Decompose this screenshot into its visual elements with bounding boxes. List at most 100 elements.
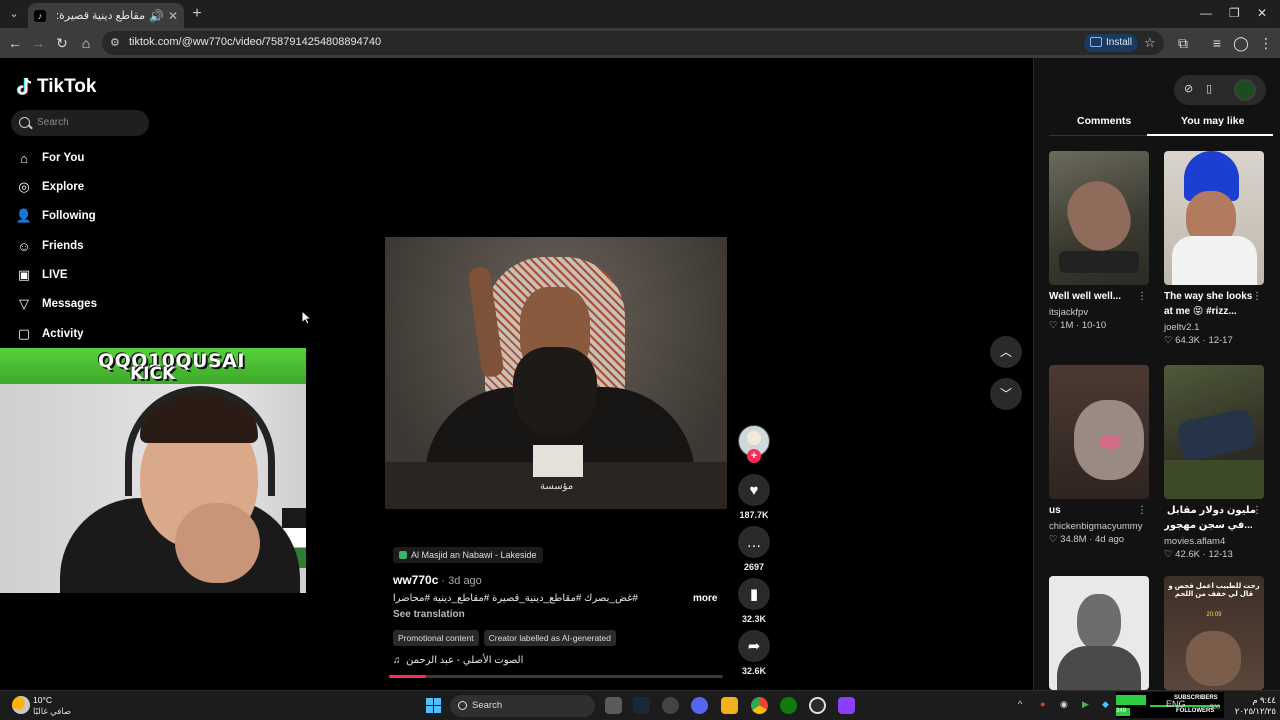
- tab-search-button[interactable]: ⌄: [4, 4, 24, 24]
- recommended-card[interactable]: Well well well... ⋮ itsjackfpv ♡ 1M · 10…: [1049, 151, 1149, 331]
- tab-comments[interactable]: Comments: [1077, 115, 1131, 127]
- extensions-icon[interactable]: ⧉: [1174, 34, 1192, 52]
- save-action[interactable]: ▮ 32.3K: [738, 578, 770, 624]
- nav-following[interactable]: 👤 Following: [16, 204, 96, 228]
- author-line[interactable]: ww770c · 3d ago: [393, 573, 723, 587]
- device-icon[interactable]: ▯: [1206, 82, 1212, 95]
- bookmark-icon[interactable]: ▮: [738, 578, 770, 610]
- discord-icon[interactable]: [691, 697, 708, 714]
- share-action[interactable]: ➦ 32.6K: [738, 630, 770, 676]
- heart-icon[interactable]: ♥: [738, 474, 770, 506]
- home-button[interactable]: ⌂: [77, 34, 95, 52]
- author-name[interactable]: ww770c: [393, 573, 438, 587]
- comment-icon[interactable]: …: [738, 526, 770, 558]
- card-more-icon[interactable]: ⋮: [1137, 291, 1147, 302]
- card-thumbnail[interactable]: [1049, 365, 1149, 499]
- site-info-icon[interactable]: ⚙: [110, 36, 124, 50]
- minimize-button[interactable]: —: [1200, 6, 1212, 20]
- comment-count: 2697: [743, 562, 765, 572]
- card-user[interactable]: chickenbigmacyummy: [1049, 521, 1149, 532]
- panel-toolbar: ⊘ ▯: [1174, 75, 1266, 105]
- tray-app-icon[interactable]: ●: [1040, 699, 1045, 709]
- tray-network-icon[interactable]: ◆: [1102, 699, 1109, 710]
- recommended-card[interactable]: رحت للطبيب اعمل فحص و قال لي خفف من اللح…: [1164, 576, 1264, 690]
- install-app-button[interactable]: Install: [1084, 34, 1138, 52]
- card-thumbnail[interactable]: [1049, 151, 1149, 285]
- search-input[interactable]: Search: [11, 110, 149, 136]
- nav-activity[interactable]: ▢ Activity: [16, 322, 84, 346]
- card-thumbnail[interactable]: رحت للطبيب اعمل فحص و قال لي خفف من اللح…: [1164, 576, 1264, 690]
- new-tab-button[interactable]: +: [188, 5, 206, 23]
- explore-compass-icon[interactable]: ⊘: [1184, 82, 1193, 95]
- location-chip[interactable]: Al Masjid an Nabawi - Lakeside: [393, 547, 543, 563]
- card-more-icon[interactable]: ⋮: [1137, 505, 1147, 516]
- address-bar[interactable]: ⚙ tiktok.com/@ww770c/video/7587914254808…: [102, 31, 1164, 55]
- system-clock[interactable]: ٩:٤٤ م ٢٠٢٥/١٢/٢٥: [1230, 695, 1276, 717]
- recommended-card[interactable]: مليون دولار مقابل الاختباء ...في سجن مهج…: [1164, 365, 1264, 560]
- file-explorer-icon[interactable]: [721, 697, 738, 714]
- task-view-icon[interactable]: [605, 697, 622, 714]
- audio-icon[interactable]: 🔊: [149, 9, 164, 23]
- tray-overflow-icon[interactable]: ^: [1018, 699, 1022, 709]
- obs-icon[interactable]: [662, 697, 679, 714]
- card-user[interactable]: itsjackfpv: [1049, 307, 1149, 318]
- recommended-card[interactable]: The way she looks at me 😝 #rizz... ⋮ joe…: [1164, 151, 1264, 346]
- recommended-card[interactable]: [1049, 576, 1149, 690]
- chrome-menu-icon[interactable]: ⋮: [1257, 34, 1275, 52]
- nav-explore[interactable]: ◎ Explore: [16, 175, 84, 199]
- ai-generated-tag[interactable]: Creator labelled as AI-generated: [483, 630, 616, 646]
- app-icon[interactable]: [809, 697, 826, 714]
- nav-live[interactable]: ▣ LIVE: [16, 263, 68, 287]
- weather-temp: 10°C: [33, 695, 52, 705]
- promotional-tag[interactable]: Promotional content: [393, 630, 479, 646]
- tab-active[interactable]: ♪ مقاطع دينية قصيرة: نصائح و... 🔊 ✕: [28, 3, 184, 28]
- card-user[interactable]: joeltv2.1: [1164, 322, 1264, 333]
- tiktok-logo[interactable]: TikTok: [16, 76, 96, 98]
- restore-button[interactable]: ❐: [1229, 6, 1240, 20]
- nav-messages[interactable]: ▽ Messages: [16, 292, 97, 316]
- user-avatar[interactable]: [1234, 79, 1256, 101]
- tab-close-icon[interactable]: ✕: [168, 9, 178, 23]
- chrome-icon[interactable]: [751, 697, 768, 714]
- close-window-button[interactable]: ✕: [1257, 6, 1267, 20]
- card-thumbnail[interactable]: [1164, 365, 1264, 499]
- weather-icon[interactable]: [12, 696, 30, 714]
- windows-start-icon[interactable]: [426, 698, 441, 713]
- forward-button[interactable]: →: [29, 34, 47, 52]
- card-more-icon[interactable]: ⋮: [1252, 505, 1262, 516]
- back-button[interactable]: ←: [6, 34, 24, 52]
- share-icon[interactable]: ➦: [738, 630, 770, 662]
- more-button[interactable]: more: [693, 593, 717, 604]
- video-progress-bar[interactable]: [389, 675, 723, 678]
- see-translation-link[interactable]: See translation: [393, 609, 465, 620]
- previous-video-button[interactable]: ︿: [990, 336, 1022, 368]
- tab-title: مقاطع دينية قصيرة: نصائح و...: [52, 10, 145, 22]
- nav-friends[interactable]: ☺ Friends: [16, 234, 83, 258]
- card-user[interactable]: movies.aflam4: [1164, 536, 1264, 547]
- music-note-icon: ♫: [393, 655, 401, 666]
- like-action[interactable]: ♥ 187.7K: [738, 474, 770, 520]
- bookmark-star-icon[interactable]: ☆: [1144, 35, 1156, 51]
- nav-for-you[interactable]: ⌂ For You: [16, 146, 84, 170]
- card-more-icon[interactable]: ⋮: [1252, 291, 1262, 302]
- next-video-button[interactable]: ﹀: [990, 378, 1022, 410]
- tab-you-may-like[interactable]: You may like: [1181, 115, 1244, 127]
- profile-icon[interactable]: ◯: [1232, 34, 1250, 52]
- card-thumbnail[interactable]: [1049, 576, 1149, 690]
- recommended-card[interactable]: us ⋮ chickenbigmacyummy ♡ 34.8M · 4d ago: [1049, 365, 1149, 545]
- music-line[interactable]: ♫ الصوت الأصلي - عبد الرحمن: [393, 655, 523, 666]
- tray-steam-icon[interactable]: ◉: [1060, 699, 1068, 710]
- reload-button[interactable]: ↻: [53, 34, 71, 52]
- follow-plus-icon[interactable]: +: [747, 449, 761, 463]
- steam-icon[interactable]: [633, 697, 650, 714]
- tray-play-icon[interactable]: ▶: [1082, 699, 1089, 710]
- author-avatar-button[interactable]: +: [738, 425, 770, 467]
- video-player[interactable]: مؤسسة: [385, 237, 727, 509]
- taskbar-search[interactable]: Search: [450, 695, 595, 717]
- media-controls-icon[interactable]: ≡: [1208, 34, 1226, 52]
- xbox-icon[interactable]: [780, 697, 797, 714]
- comment-action[interactable]: … 2697: [738, 526, 770, 572]
- video-editor-icon[interactable]: [838, 697, 855, 714]
- language-indicator[interactable]: ENG: [1166, 699, 1186, 709]
- card-thumbnail[interactable]: [1164, 151, 1264, 285]
